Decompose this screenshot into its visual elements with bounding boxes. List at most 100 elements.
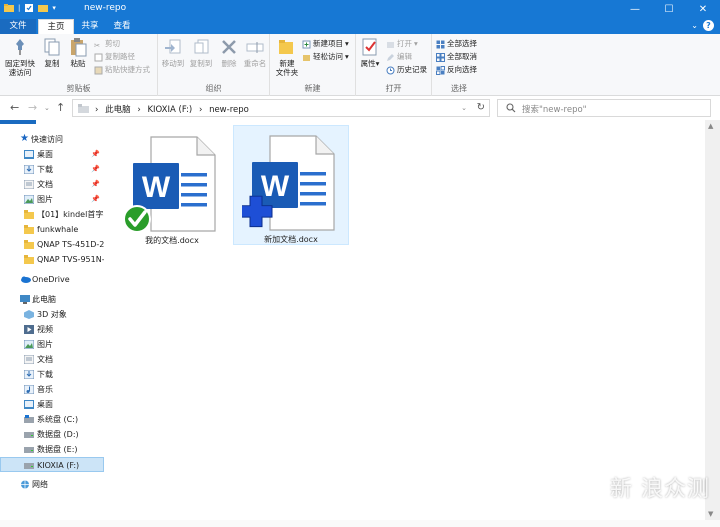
forward-arrow-icon[interactable]: →	[28, 101, 37, 114]
copy-to-button[interactable]: 复制到	[188, 37, 214, 68]
drive-icon	[24, 432, 34, 438]
nav-network[interactable]: 网络	[0, 477, 104, 492]
nav-label: 桌面	[37, 400, 53, 409]
pin-icon: 📌	[91, 180, 100, 188]
nav-label: funkwhale	[37, 225, 79, 234]
move-to-button[interactable]: 移动到	[160, 37, 186, 68]
easy-access-button[interactable]: 轻松访问 ▾	[302, 51, 349, 63]
new-folder-icon[interactable]	[38, 3, 49, 13]
properties-label: 属性	[360, 59, 376, 68]
nav-quick-pictures[interactable]: 图片 📌	[0, 192, 104, 207]
properties-icon[interactable]	[24, 3, 34, 13]
select-all-button[interactable]: 全部选择	[436, 38, 477, 50]
nav-pc-videos[interactable]: 视频	[0, 322, 104, 337]
nav-pc-desktop[interactable]: 桌面	[0, 397, 104, 412]
minimize-button[interactable]: —	[618, 0, 652, 18]
nav-quick-folder[interactable]: QNAP TVS-951N-	[0, 252, 104, 267]
paste-icon	[71, 38, 87, 57]
maximize-button[interactable]: ☐	[652, 0, 686, 18]
tab-share[interactable]: 共享	[74, 19, 106, 34]
close-button[interactable]: ✕	[686, 0, 720, 18]
customize-chevron-icon[interactable]: ▾	[52, 4, 56, 12]
vertical-scrollbar[interactable]: ▲ ▼	[705, 120, 720, 520]
nav-quick-documents[interactable]: 文档 📌	[0, 177, 104, 192]
nav-pc-drive-c[interactable]: 系统盘 (C:)	[0, 412, 104, 427]
nav-quick-access[interactable]: ★ 快速访问	[0, 132, 104, 147]
edit-button[interactable]: 编辑	[386, 51, 412, 63]
new-folder-icon	[279, 40, 293, 54]
nav-pc-downloads[interactable]: 下载	[0, 367, 104, 382]
music-icon	[24, 385, 34, 394]
breadcrumb-separator: ›	[95, 105, 99, 115]
scroll-down-icon[interactable]: ▼	[708, 510, 713, 518]
nav-pc-drive-d[interactable]: 数据盘 (D:)	[0, 427, 104, 442]
address-bar[interactable]: › 此电脑 › KIOXIA (F:) › new-repo ⌄ ↻	[72, 99, 490, 117]
nav-quick-folder[interactable]: QNAP TS-451D-2	[0, 237, 104, 252]
nav-quick-desktop[interactable]: 桌面 📌	[0, 147, 104, 162]
back-arrow-icon[interactable]: ←	[10, 101, 19, 114]
edit-icon	[387, 53, 394, 61]
file-item[interactable]: W 新加文档.docx	[233, 125, 349, 245]
paste-button[interactable]: 粘贴	[66, 37, 90, 68]
select-none-button[interactable]: 全部取消	[436, 51, 477, 63]
open-button[interactable]: 打开 ▾	[386, 38, 418, 50]
search-box[interactable]: 搜索"new-repo"	[497, 99, 711, 117]
new-folder-button[interactable]: 新建 文件夹	[274, 37, 300, 77]
copy-path-button[interactable]: 复制路径	[94, 51, 135, 63]
nav-onedrive[interactable]: OneDrive	[0, 272, 104, 287]
svg-text:W: W	[142, 171, 171, 204]
bottom-strip	[0, 520, 720, 527]
breadcrumb-this-pc[interactable]: 此电脑	[105, 105, 131, 115]
new-item-button[interactable]: 新建项目 ▾	[302, 38, 349, 50]
up-arrow-icon[interactable]: ↑	[56, 101, 65, 114]
folder-icon	[24, 210, 34, 219]
breadcrumb-folder[interactable]: new-repo	[209, 105, 249, 115]
refresh-icon[interactable]: ↻	[477, 102, 485, 113]
nav-quick-folder[interactable]: 【01】kindel首字8	[0, 207, 104, 222]
nav-pc-music[interactable]: 音乐	[0, 382, 104, 397]
nav-label: 【01】kindel首字8	[37, 210, 104, 219]
nav-pc-drive-e[interactable]: 数据盘 (E:)	[0, 442, 104, 457]
pin-quick-access-button[interactable]: 固定到快 速访问	[4, 37, 36, 77]
nav-pc-3d-objects[interactable]: 3D 对象	[0, 307, 104, 322]
rename-button[interactable]: 重命名	[242, 37, 268, 68]
paste-shortcut-button[interactable]: 粘贴快捷方式	[94, 64, 150, 76]
pin-icon: 📌	[91, 165, 100, 173]
word-document-icon: W	[123, 136, 216, 233]
ribbon-collapse-icon[interactable]: ⌄	[691, 21, 698, 30]
address-history-chevron-icon[interactable]: ⌄	[461, 104, 467, 112]
copy-button[interactable]: 复制	[40, 37, 64, 68]
help-icon[interactable]: ?	[703, 20, 714, 31]
tab-view[interactable]: 查看	[106, 19, 138, 34]
nav-pc-documents[interactable]: 文档	[0, 352, 104, 367]
delete-button[interactable]: 删除	[218, 37, 240, 68]
nav-label: 系统盘 (C:)	[37, 415, 79, 424]
nav-label: 图片	[37, 340, 53, 349]
cut-button[interactable]: ✂ 剪切	[94, 38, 120, 50]
move-to-label: 移动到	[161, 59, 185, 68]
nav-this-pc[interactable]: 此电脑	[0, 292, 104, 307]
history-button[interactable]: 历史记录	[386, 64, 427, 76]
scroll-up-icon[interactable]: ▲	[708, 122, 713, 130]
nav-pc-drive-f[interactable]: KIOXIA (F:)	[0, 457, 104, 472]
breadcrumb: › 此电脑 › KIOXIA (F:) › new-repo	[95, 103, 253, 115]
nav-quick-downloads[interactable]: 下载 📌	[0, 162, 104, 177]
nav-label: 数据盘 (E:)	[37, 445, 78, 454]
dropdown-arrow-icon: ▾	[345, 39, 349, 48]
navigation-pane: ★ 快速访问 桌面 📌 下载 📌 文档 📌 图片 📌 【01】kindel首字8	[0, 124, 104, 522]
file-item[interactable]: W 我的文档.docx	[114, 126, 230, 246]
select-all-label: 全部选择	[447, 39, 477, 48]
tab-home[interactable]: 主页	[38, 19, 74, 34]
breadcrumb-drive[interactable]: KIOXIA (F:)	[147, 105, 192, 115]
videos-icon	[24, 325, 34, 334]
paste-label: 粘贴	[70, 59, 86, 68]
select-none-label: 全部取消	[447, 52, 477, 61]
nav-pc-pictures[interactable]: 图片	[0, 337, 104, 352]
file-name: 我的文档.docx	[145, 236, 199, 245]
recent-chevron-icon[interactable]: ⌄	[44, 104, 50, 112]
invert-selection-button[interactable]: 反向选择	[436, 64, 477, 76]
easy-access-label: 轻松访问	[313, 52, 343, 61]
windows-drive-icon	[24, 415, 34, 423]
nav-quick-folder[interactable]: funkwhale	[0, 222, 104, 237]
properties-button[interactable]: 属性▾	[358, 37, 382, 68]
